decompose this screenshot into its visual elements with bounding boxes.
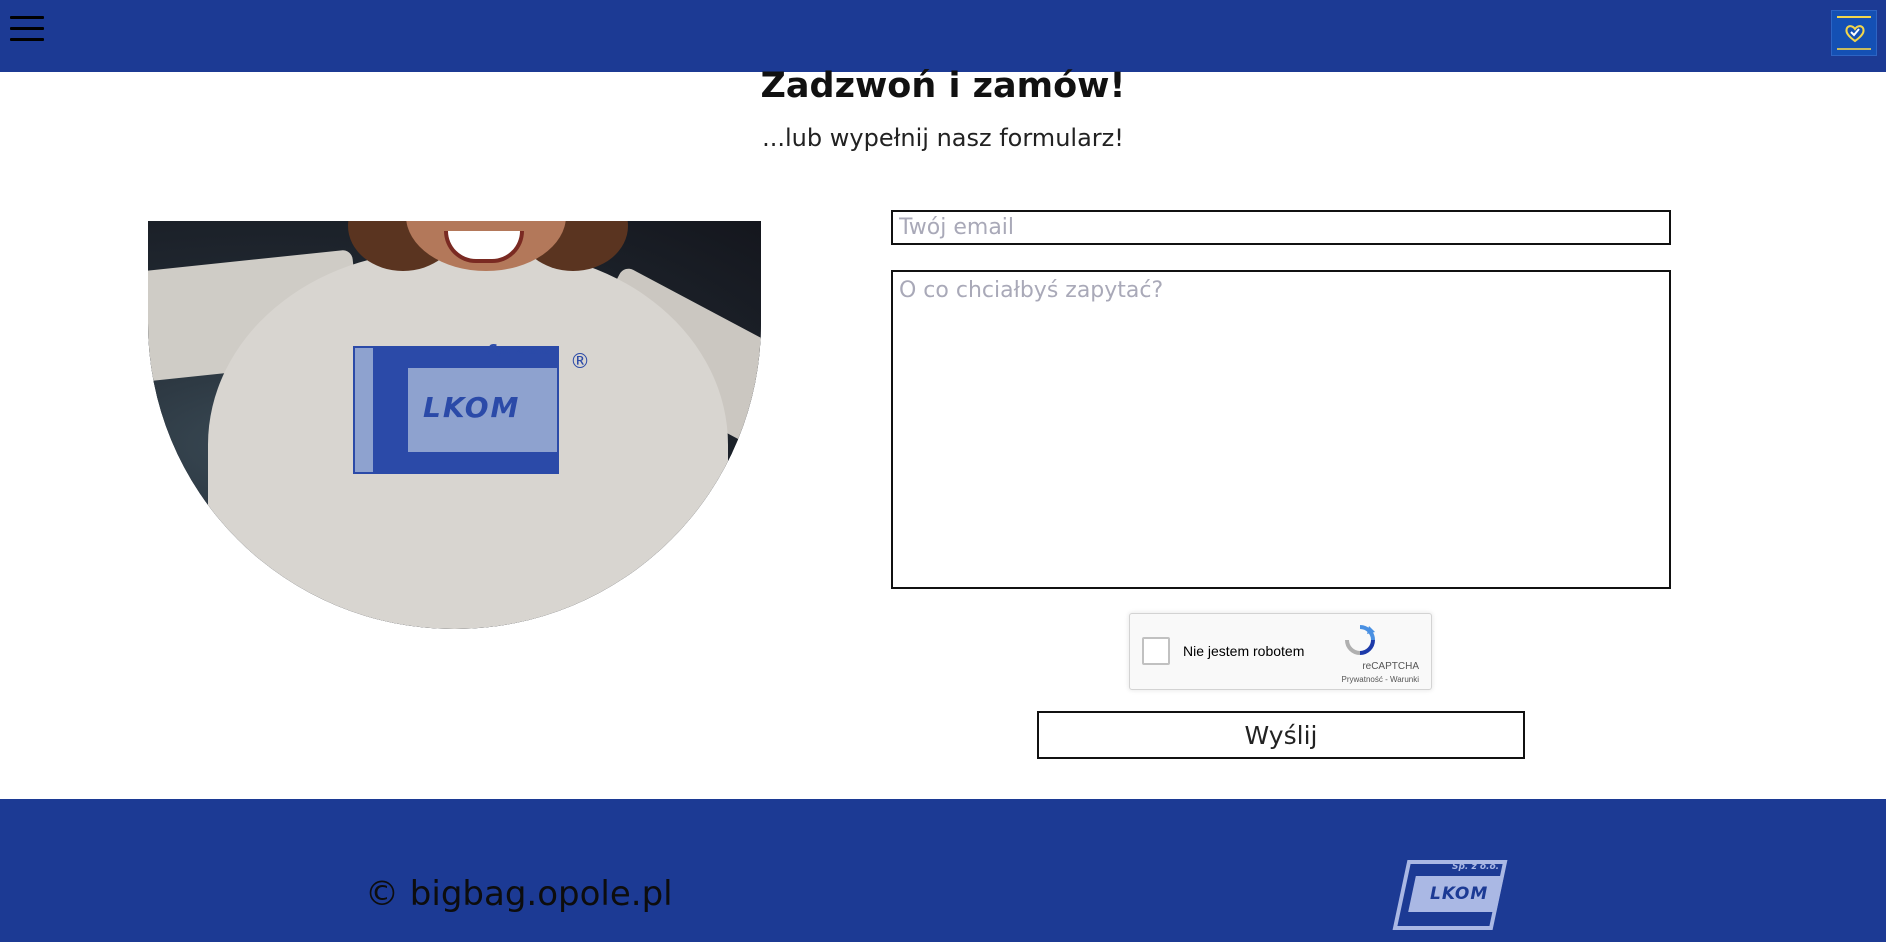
copyright-text: © bigbag.opole.pl — [365, 874, 673, 914]
email-field[interactable] — [891, 210, 1671, 245]
registered-mark: ® — [570, 349, 590, 373]
footer-logo-text: LKOM — [1430, 884, 1489, 904]
badge-stripe — [1837, 48, 1871, 50]
recaptcha-brand: reCAPTCHA — [1362, 661, 1419, 672]
message-field[interactable] — [891, 270, 1671, 589]
page-title: Zadzwoń i zamów! — [760, 66, 1126, 106]
recaptcha-icon — [1345, 625, 1375, 655]
footer: © bigbag.opole.pl LKOM Sp. z o.o. — [0, 799, 1886, 942]
menu-line — [10, 16, 44, 19]
top-navigation-bar — [0, 0, 1886, 72]
recaptcha-label: Nie jestem robotem — [1183, 643, 1305, 659]
sweater-logo-sub: Sp. z o.o. — [488, 343, 556, 358]
shield-badge-icon[interactable] — [1831, 10, 1877, 56]
company-logo[interactable]: LKOM Sp. z o.o. — [1386, 860, 1508, 930]
recaptcha-checkbox[interactable] — [1142, 637, 1170, 665]
menu-line — [10, 27, 44, 30]
recaptcha-widget: Nie jestem robotem reCAPTCHA Prywatność … — [1129, 613, 1432, 690]
logo-bar — [373, 452, 559, 474]
footer-logo-sub: Sp. z o.o. — [1452, 862, 1500, 872]
sweater-logo: LKOM Sp. z o.o. — [353, 343, 563, 476]
badge-stripe — [1837, 16, 1871, 18]
hero-photo: LKOM Sp. z o.o. ® — [148, 221, 761, 629]
recaptcha-terms-link[interactable]: Prywatność - Warunki — [1342, 675, 1420, 684]
heart-check-icon — [1845, 25, 1865, 43]
page-subtitle: ...lub wypełnij nasz formularz! — [762, 124, 1124, 152]
hamburger-menu-icon[interactable] — [10, 14, 44, 44]
menu-line — [10, 38, 44, 41]
send-button[interactable]: Wyślij — [1037, 711, 1525, 759]
sweater-logo-text: LKOM — [423, 391, 521, 424]
